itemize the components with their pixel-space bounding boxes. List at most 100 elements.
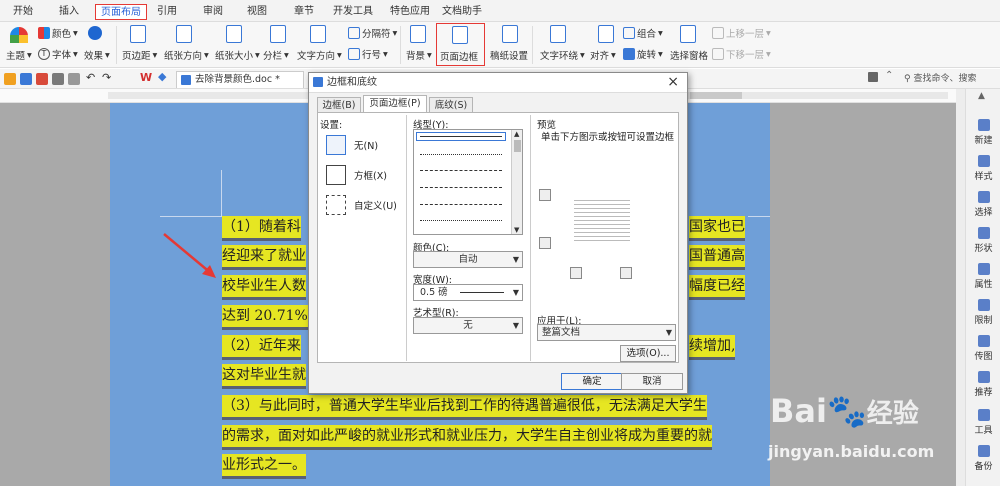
- line-style-dash-dot-dot[interactable]: [420, 220, 502, 221]
- collapse-icon[interactable]: ⌃: [885, 70, 893, 81]
- paragraph-line[interactable]: （3）与此同时，普通大学生毕业后找到工作的待遇普遍很低，无法满足大学生: [222, 395, 707, 417]
- cancel-button[interactable]: 取消: [621, 373, 683, 390]
- paragraph-line[interactable]: 校毕业生人数: [222, 275, 306, 297]
- line-style-dashed[interactable]: [420, 170, 502, 171]
- text-wrap-button[interactable]: 文字环绕 ▾: [540, 48, 585, 63]
- paragraph-line-fragment[interactable]: 国家也已: [689, 216, 745, 238]
- paragraph-line[interactable]: 这对毕业生就: [222, 364, 306, 386]
- line-style-dash[interactable]: [420, 187, 502, 188]
- save-icon[interactable]: [20, 73, 32, 85]
- text-direction-button[interactable]: 文字方向 ▾: [297, 48, 342, 63]
- bring-forward-button[interactable]: 上移一层 ▾: [712, 26, 771, 40]
- send-backward-button[interactable]: 下移一层 ▾: [712, 47, 771, 61]
- paragraph-line-fragment[interactable]: 续增加,: [689, 335, 736, 357]
- ruler-indent-marker[interactable]: [690, 92, 742, 99]
- vertical-scrollbar[interactable]: [956, 89, 965, 486]
- line-style-dotted[interactable]: [420, 154, 502, 155]
- theme-button[interactable]: 主题 ▾: [6, 48, 32, 63]
- tab-review[interactable]: 审阅: [196, 4, 230, 20]
- tab-page-border[interactable]: 页面边框(P): [363, 95, 427, 113]
- setting-none[interactable]: 无(N): [326, 133, 396, 157]
- paper-setup-button[interactable]: 稿纸设置: [490, 48, 528, 62]
- selection-pane-button[interactable]: 选择窗格: [670, 48, 708, 62]
- margins-button[interactable]: 页边距 ▾: [122, 48, 157, 63]
- left-border-toggle[interactable]: [570, 267, 582, 279]
- color-button[interactable]: 颜色 ▾: [38, 26, 78, 40]
- paragraph-line-fragment[interactable]: 国普通高: [689, 245, 745, 267]
- tab-features[interactable]: 特色应用: [384, 4, 436, 20]
- scroll-down-icon[interactable]: ▼: [514, 226, 519, 234]
- paragraph-line[interactable]: （1）随着科: [222, 216, 301, 238]
- paragraph-line[interactable]: 达到 20.71%,: [222, 305, 313, 327]
- tab-insert[interactable]: 插入: [52, 4, 86, 20]
- sidebar-item-select[interactable]: 选择: [966, 191, 1000, 218]
- app-icon[interactable]: [868, 72, 878, 82]
- tab-shading[interactable]: 底纹(S): [429, 97, 473, 113]
- paragraph-line[interactable]: 的需求，面对如此严峻的就业形式和就业压力，大学生自主创业将成为重要的就: [222, 425, 712, 447]
- open-icon[interactable]: [4, 73, 16, 85]
- command-search[interactable]: ⚲ 查找命令、搜索: [904, 72, 1000, 87]
- print-preview-icon[interactable]: [68, 73, 80, 85]
- effect-button[interactable]: 效果 ▾: [84, 48, 110, 63]
- tab-developer[interactable]: 开发工具: [330, 4, 376, 20]
- line-style-scrollbar[interactable]: ▲ ▼: [511, 130, 522, 234]
- breaks-button[interactable]: 分隔符 ▾: [348, 26, 397, 40]
- column-divider: [406, 115, 407, 361]
- orientation-button[interactable]: 纸张方向 ▾: [164, 48, 209, 63]
- paragraph-line-fragment[interactable]: 幅度已经: [689, 275, 745, 297]
- sidebar-item-upload-image[interactable]: 传图: [966, 335, 1000, 362]
- export-pdf-icon[interactable]: [36, 73, 48, 85]
- art-select[interactable]: 无 ▼: [413, 317, 523, 334]
- sidebar-item-restrict[interactable]: 限制: [966, 299, 1000, 326]
- tab-borders[interactable]: 边框(B): [317, 97, 361, 113]
- tab-references[interactable]: 引用: [150, 4, 184, 20]
- line-style-dash-dot[interactable]: [420, 204, 502, 205]
- upload-image-icon: [977, 335, 990, 347]
- redo-icon[interactable]: ↷: [102, 71, 111, 84]
- paragraph-line[interactable]: 经迎来了就业: [222, 245, 306, 267]
- columns-button[interactable]: 分栏 ▾: [263, 48, 289, 63]
- sidebar-item-shape[interactable]: 形状: [966, 227, 1000, 254]
- paper-size-button[interactable]: 纸张大小 ▾: [215, 48, 260, 63]
- tab-chapter[interactable]: 章节: [287, 4, 321, 20]
- scroll-up-icon[interactable]: ▲: [978, 91, 985, 101]
- setting-box[interactable]: 方框(X): [326, 163, 396, 187]
- line-numbers-button[interactable]: 行号 ▾: [348, 47, 388, 61]
- group-button[interactable]: 组合 ▾: [623, 26, 663, 40]
- sidebar-item-properties[interactable]: 属性: [966, 263, 1000, 290]
- scroll-thumb[interactable]: [514, 140, 521, 152]
- tab-page-layout[interactable]: 页面布局: [95, 4, 147, 20]
- right-border-toggle[interactable]: [620, 267, 632, 279]
- font-button[interactable]: T 字体 ▾: [38, 47, 78, 61]
- width-select[interactable]: 0.5 磅 ▼: [413, 284, 523, 301]
- apply-to-select[interactable]: 整篇文档 ▼: [537, 324, 676, 341]
- sidebar-item-recommend[interactable]: 推荐: [966, 371, 1000, 398]
- scroll-up-icon[interactable]: ▲: [514, 130, 519, 138]
- sidebar-item-backup[interactable]: 备份: [966, 445, 1000, 472]
- paragraph-line[interactable]: 业形式之一。: [222, 454, 306, 476]
- bottom-border-toggle[interactable]: [539, 237, 551, 249]
- sidebar-item-tools[interactable]: 工具: [966, 409, 1000, 436]
- document-tab[interactable]: 去除背景颜色.doc *: [176, 71, 304, 88]
- sidebar-item-new[interactable]: 新建: [966, 119, 1000, 146]
- line-style-solid[interactable]: [416, 132, 506, 141]
- close-icon[interactable]: ×: [667, 73, 679, 92]
- sidebar-item-style[interactable]: 样式: [966, 155, 1000, 182]
- paragraph-line[interactable]: （2）近年来: [222, 335, 301, 357]
- print-icon[interactable]: [52, 73, 64, 85]
- color-select[interactable]: 自动 ▼: [413, 251, 523, 268]
- undo-icon[interactable]: ↶: [86, 71, 95, 84]
- line-style-list[interactable]: ▲ ▼: [413, 129, 523, 235]
- background-button[interactable]: 背景 ▾: [406, 48, 432, 63]
- ok-button[interactable]: 确定: [561, 373, 623, 390]
- options-button[interactable]: 选项(O)...: [620, 345, 676, 362]
- tab-start[interactable]: 开始: [6, 4, 40, 20]
- setting-custom[interactable]: 自定义(U): [326, 193, 406, 217]
- tab-doc-assistant[interactable]: 文档助手: [436, 4, 488, 20]
- rotate-button[interactable]: 旋转 ▾: [623, 47, 663, 61]
- top-border-toggle[interactable]: [539, 189, 551, 201]
- align-button[interactable]: 对齐 ▾: [590, 48, 616, 63]
- dialog-titlebar[interactable]: 边框和底纹 ×: [309, 73, 687, 93]
- tab-view[interactable]: 视图: [240, 4, 274, 20]
- page-border-button[interactable]: 页面边框: [436, 23, 485, 66]
